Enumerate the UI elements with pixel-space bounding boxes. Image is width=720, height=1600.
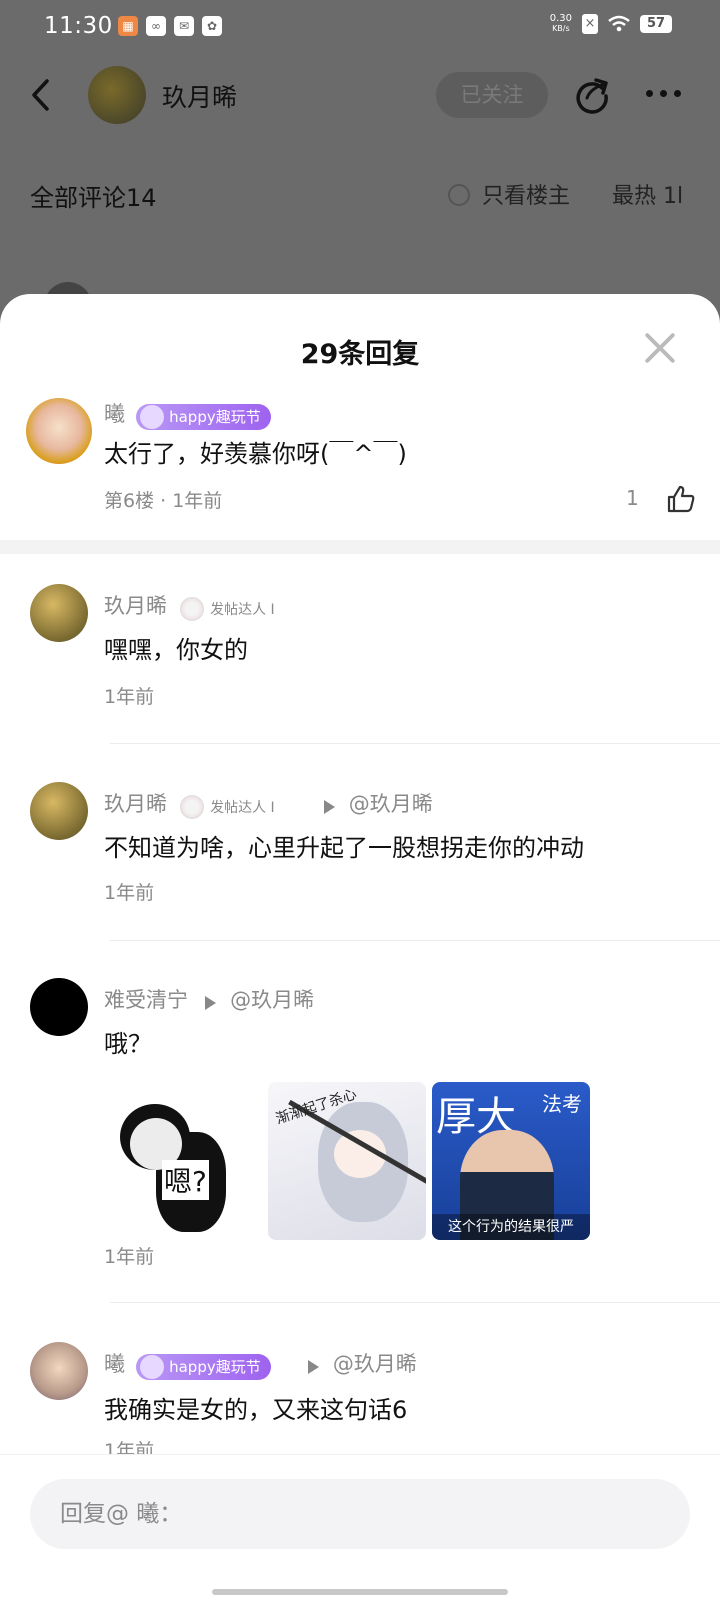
share-icon[interactable] [572, 74, 612, 114]
poster-badge: 发帖达人 I [180, 794, 275, 819]
reply-time: 1年前 [104, 882, 155, 904]
post-header: 玖月晞 已关注 [0, 56, 720, 134]
home-indicator[interactable] [212, 1589, 508, 1595]
reply-arrow-icon [307, 1359, 319, 1374]
badge-icon [140, 404, 165, 429]
reply-header: 玖月晞 发帖达人 I [104, 590, 275, 621]
clock: 11:30 [44, 13, 113, 39]
section-gap [0, 540, 720, 554]
reply-arrow-icon [323, 799, 335, 814]
thumbs-up-icon[interactable] [666, 484, 696, 514]
reply-text: 不知道为啥，心里升起了一股想拐走你的冲动 [104, 834, 584, 862]
reply-header: 玖月晞 发帖达人 I @玖月晞 [104, 788, 433, 819]
divider [110, 940, 720, 941]
image-logo-text: 法考 [542, 1092, 582, 1116]
reply-text: 嘿嘿，你女的 [104, 636, 248, 664]
reply-time: 1年前 [104, 686, 155, 708]
main-comment-header: 曦 happy趣玩节 [104, 398, 271, 430]
mention[interactable]: @玖月晞 [333, 1352, 417, 1376]
reply-to: @玖月晞 [307, 1352, 417, 1376]
badge-icon [140, 1354, 165, 1379]
image-caption: 嗯? [162, 1160, 209, 1200]
panda-meme-image[interactable]: 嗯? [104, 1082, 262, 1240]
net-speed: 0.30 KB/s [550, 14, 572, 34]
mention[interactable]: @玖月晞 [230, 988, 314, 1012]
like-count: 1 [626, 486, 639, 510]
reply-to: @玖月晞 [205, 988, 314, 1012]
happy-badge: happy趣玩节 [136, 1353, 271, 1380]
reply-bar: 回复@ 曦： [0, 1454, 720, 1600]
back-arrow-icon[interactable] [30, 78, 50, 112]
comment-sort-bar: 全部评论14 只看楼主 最热 1l [0, 166, 720, 226]
wifi-icon [608, 15, 630, 32]
author-avatar[interactable] [88, 66, 146, 124]
only-op-label[interactable]: 只看楼主 [482, 178, 570, 210]
avatar[interactable] [30, 584, 88, 642]
replies-sheet: 29条回复 曦 happy趣玩节 太行了，好羡慕你呀(￣^￣) 第6楼 · 1年… [0, 294, 720, 1600]
badge-icon [180, 596, 205, 621]
poster-badge: 发帖达人 I [180, 596, 275, 621]
sheet-title: 29条回复 [300, 339, 420, 370]
battery-icon: 57 [640, 15, 672, 33]
reply-images: 嗯? 渐渐起了杀心 厚大 法考 这个行为的结果很严 [104, 1082, 590, 1240]
avatar[interactable] [30, 978, 88, 1036]
status-right: 0.30 KB/s × 57 [550, 14, 672, 34]
main-comment-meta: 第6楼 · 1年前 [104, 490, 223, 512]
commenter-name[interactable]: 曦 [104, 402, 125, 426]
x-icon: × [582, 14, 598, 34]
divider [110, 1302, 720, 1303]
badge-label: happy趣玩节 [169, 408, 261, 426]
follow-button[interactable]: 已关注 [436, 72, 548, 118]
only-op-radio[interactable] [448, 184, 470, 206]
reply-username[interactable]: 难受清宁 [104, 988, 188, 1012]
reply-header: 曦 happy趣玩节 @玖月晞 [104, 1348, 417, 1380]
badge-label: happy趣玩节 [169, 1358, 261, 1376]
close-icon[interactable] [644, 332, 676, 364]
badge-label: 发帖达人 I [210, 799, 275, 816]
screen: 11:30 ▦ ∞ ✉ ✿ 0.30 KB/s × 57 玖月晞 已关注 全部评… [0, 0, 720, 1600]
reply-input[interactable]: 回复@ 曦： [30, 1479, 690, 1549]
mention[interactable]: @玖月晞 [349, 792, 433, 816]
net-speed-value: 0.30 [549, 13, 572, 24]
badge-label: 发帖达人 I [210, 601, 275, 618]
reply-arrow-icon [205, 995, 217, 1010]
reply-text: 哦？ [104, 1030, 152, 1058]
reply-time: 1年前 [104, 1246, 155, 1268]
lecture-meme-image[interactable]: 厚大 法考 这个行为的结果很严 [432, 1082, 590, 1240]
avatar[interactable] [30, 1342, 88, 1400]
avatar[interactable] [30, 782, 88, 840]
divider [110, 743, 720, 744]
badge-icon [180, 794, 205, 819]
avatar[interactable] [26, 398, 92, 464]
reply-username[interactable]: 曦 [104, 1352, 125, 1376]
happy-badge: happy趣玩节 [136, 403, 271, 430]
status-bar: 11:30 ▦ ∞ ✉ ✿ 0.30 KB/s × 57 [0, 0, 720, 56]
image-caption: 这个行为的结果很严 [432, 1214, 590, 1240]
anime-meme-image[interactable]: 渐渐起了杀心 [268, 1082, 426, 1240]
more-options-icon[interactable] [646, 90, 681, 97]
app-notification-icon: ▦ [118, 16, 138, 36]
link-notification-icon: ∞ [146, 16, 166, 36]
notification-icons: ▦ ∞ ✉ ✿ [118, 16, 222, 36]
main-comment-text: 太行了，好羡慕你呀(￣^￣) [104, 440, 407, 468]
reply-text: 我确实是女的，又来这句话6 [104, 1396, 408, 1424]
sort-hot-label[interactable]: 最热 1l [612, 178, 683, 210]
author-name[interactable]: 玖月晞 [162, 78, 237, 114]
reply-to: @玖月晞 [323, 792, 433, 816]
paw-notification-icon: ✿ [202, 16, 222, 36]
reply-username[interactable]: 玖月晞 [104, 792, 167, 816]
reply-header: 难受清宁 @玖月晞 [104, 984, 314, 1014]
mail-notification-icon: ✉ [174, 16, 194, 36]
net-speed-unit: KB/s [552, 24, 570, 33]
reply-username[interactable]: 玖月晞 [104, 594, 167, 618]
all-comments-label: 全部评论14 [30, 184, 157, 212]
